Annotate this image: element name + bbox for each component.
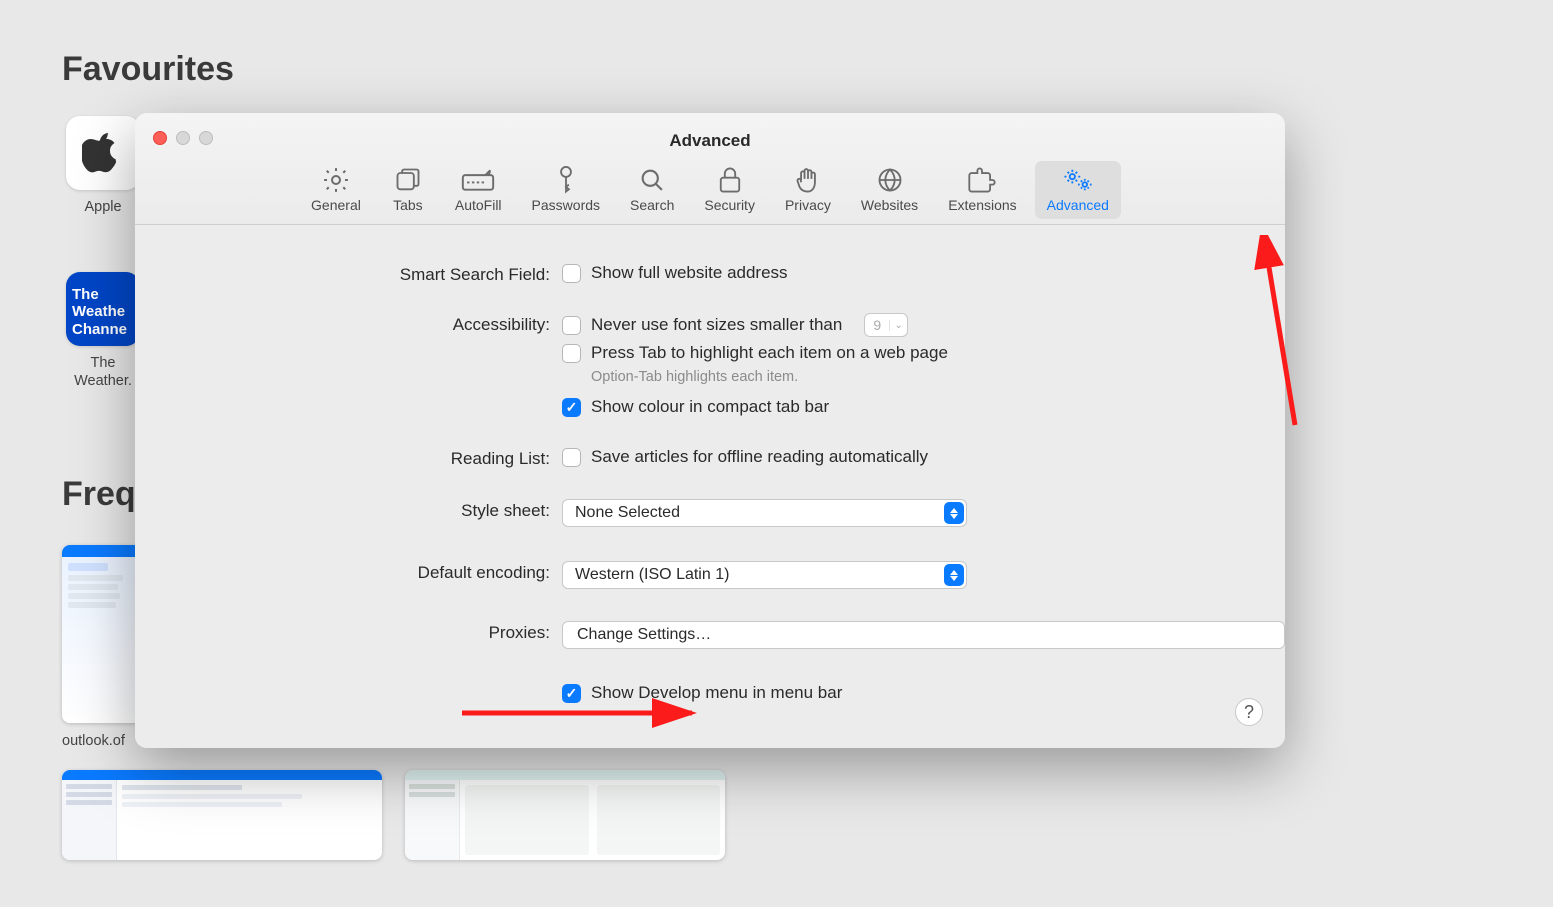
show-develop-checkbox[interactable] (562, 684, 581, 703)
bookmark-label: Apple (84, 198, 121, 216)
tabs-icon (391, 165, 425, 195)
chevron-down-icon: ⌄ (889, 320, 907, 331)
default-encoding-value: Western (ISO Latin 1) (575, 566, 729, 584)
autofill-icon (461, 165, 495, 195)
change-settings-label: Change Settings… (577, 626, 711, 644)
site-thumb[interactable] (405, 770, 725, 860)
tab-privacy[interactable]: Privacy (773, 161, 843, 219)
tab-label: Passwords (532, 197, 600, 213)
tab-search[interactable]: Search (618, 161, 686, 219)
help-button[interactable]: ? (1235, 698, 1263, 726)
weather-line2: Weathe (72, 303, 125, 320)
change-settings-button[interactable]: Change Settings… (562, 621, 1285, 649)
site-thumb[interactable] (62, 770, 382, 860)
tab-label: Privacy (785, 197, 831, 213)
key-icon (549, 165, 583, 195)
show-full-address-label: Show full website address (591, 263, 788, 283)
empty-label (135, 683, 562, 685)
gear-icon (319, 165, 353, 195)
show-develop-label: Show Develop menu in menu bar (591, 683, 842, 703)
never-font-size-label: Never use font sizes smaller than (591, 315, 842, 335)
tab-label: Websites (861, 197, 918, 213)
tab-label: General (311, 197, 361, 213)
site-thumb[interactable] (62, 545, 142, 723)
font-size-value: 9 (865, 317, 889, 333)
option-tab-hint: Option-Tab highlights each item. (591, 369, 1285, 385)
style-sheet-value: None Selected (575, 504, 680, 522)
default-encoding-label: Default encoding: (135, 561, 562, 583)
show-colour-checkbox[interactable] (562, 398, 581, 417)
tab-general[interactable]: General (299, 161, 373, 219)
font-size-stepper[interactable]: 9 ⌄ (864, 313, 908, 337)
tab-label: Security (704, 197, 755, 213)
tab-label: Extensions (948, 197, 1016, 213)
tab-extensions[interactable]: Extensions (936, 161, 1028, 219)
smart-search-label: Smart Search Field: (135, 263, 562, 285)
window-title: Advanced (135, 131, 1285, 151)
search-icon (635, 165, 669, 195)
preferences-tabbar: General Tabs AutoFill Passwords (135, 161, 1285, 219)
accessibility-label: Accessibility: (135, 313, 562, 335)
apple-logo-icon (66, 116, 140, 190)
style-sheet-select[interactable]: None Selected (562, 499, 967, 527)
puzzle-icon (965, 165, 999, 195)
weather-channel-icon: The Weathe Channe (66, 272, 140, 346)
select-arrows-icon (944, 564, 964, 586)
gears-icon (1061, 165, 1095, 195)
proxies-label: Proxies: (135, 621, 562, 643)
tab-label: AutoFill (455, 197, 502, 213)
save-offline-label: Save articles for offline reading automa… (591, 447, 928, 467)
preferences-window: Advanced General Tabs AutoFill (135, 113, 1285, 748)
style-sheet-label: Style sheet: (135, 499, 562, 521)
preferences-toolbar: Advanced General Tabs AutoFill (135, 113, 1285, 225)
weather-line3: Channe (72, 321, 127, 338)
tab-passwords[interactable]: Passwords (520, 161, 612, 219)
default-encoding-select[interactable]: Western (ISO Latin 1) (562, 561, 967, 589)
globe-icon (873, 165, 907, 195)
preferences-body: Smart Search Field: Show full website ad… (135, 225, 1285, 748)
select-arrows-icon (944, 502, 964, 524)
tab-label: Tabs (393, 197, 423, 213)
reading-list-label: Reading List: (135, 447, 562, 469)
never-font-size-checkbox[interactable] (562, 316, 581, 335)
weather-line1: The (72, 286, 99, 303)
tab-websites[interactable]: Websites (849, 161, 930, 219)
favourites-heading: Favourites (62, 50, 234, 89)
tab-advanced[interactable]: Advanced (1035, 161, 1121, 219)
press-tab-checkbox[interactable] (562, 344, 581, 363)
lock-icon (713, 165, 747, 195)
tab-tabs[interactable]: Tabs (379, 161, 437, 219)
tab-label: Search (630, 197, 674, 213)
show-full-address-checkbox[interactable] (562, 264, 581, 283)
hand-icon (791, 165, 825, 195)
bookmark-label: The Weather. (62, 354, 144, 390)
bookmark-apple[interactable]: Apple (62, 116, 144, 216)
show-colour-label: Show colour in compact tab bar (591, 397, 829, 417)
press-tab-label: Press Tab to highlight each item on a we… (591, 343, 948, 363)
save-offline-checkbox[interactable] (562, 448, 581, 467)
bookmark-weather[interactable]: The Weathe Channe The Weather. (62, 272, 144, 390)
tab-label: Advanced (1047, 197, 1109, 213)
thumb-label: outlook.of (62, 733, 125, 749)
help-label: ? (1244, 702, 1254, 723)
tab-autofill[interactable]: AutoFill (443, 161, 514, 219)
tab-security[interactable]: Security (692, 161, 767, 219)
